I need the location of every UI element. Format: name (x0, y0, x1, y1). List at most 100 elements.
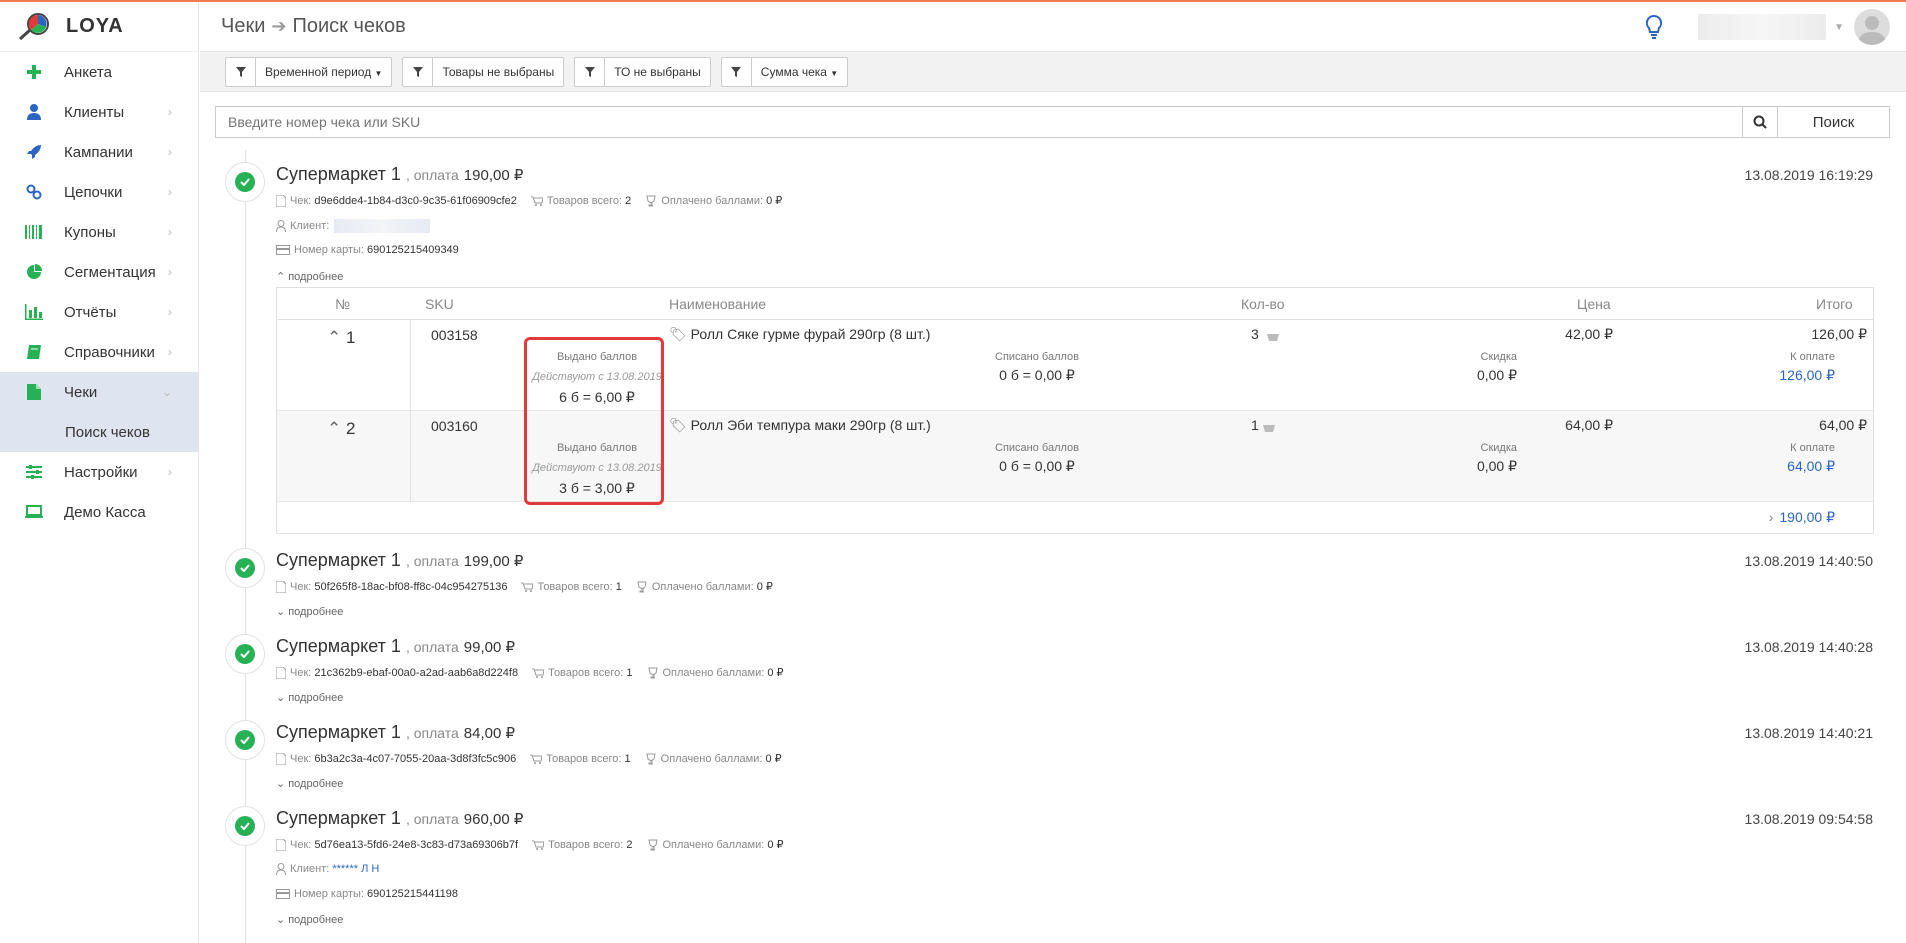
sidebar-nav: Анкета Клиенты › Кампании › Цепочки › Ку… (0, 52, 198, 532)
tag-icon: 🏷 (669, 326, 687, 342)
sidebar-item-coupons[interactable]: Купоны › (0, 212, 198, 252)
sidebar-item-directories[interactable]: Справочники › (0, 332, 198, 372)
row-sku: 003160 (431, 418, 478, 434)
user-name[interactable] (1698, 14, 1827, 40)
client-label: Клиент: (290, 220, 330, 232)
filter-check-sum[interactable]: Сумма чека ▼ (720, 56, 849, 87)
filter-time-period[interactable]: Временной период ▼ (225, 56, 393, 87)
highlight-frame (524, 337, 664, 505)
more-details-toggle[interactable]: ⌄ подробнее (276, 777, 343, 791)
items-table: № SKU Наименование Кол-во Цена Итого ⌃ 1… (276, 287, 1874, 534)
to-pay-value[interactable]: 126,00 ₽ (1707, 367, 1835, 384)
status-ok-icon (225, 634, 265, 674)
receipt-meta: Чек: 21c362b9-ebaf-00a0-a2ad-aab6a8d224f… (276, 666, 798, 679)
receipt-title: Супермаркет 1 , оплата 84,00 ₽ (276, 722, 515, 743)
to-pay-label: К оплате (1790, 442, 1835, 454)
more-details-toggle[interactable]: ⌄ подробнее (276, 691, 343, 705)
receipt-date: 13.08.2019 14:40:21 (1744, 725, 1873, 741)
search-icon[interactable] (1742, 106, 1778, 138)
sidebar-item-campaigns[interactable]: Кампании › (0, 132, 198, 172)
product-name[interactable]: 🏷 Ролл Эби темпура маки 290гр (8 шт.) (669, 417, 931, 434)
receipt-card: Номер карты: 690125215441198 (276, 888, 458, 900)
chevron-right-icon: › (168, 185, 172, 199)
search-button[interactable]: Поиск (1778, 106, 1890, 138)
store-name[interactable]: Супермаркет 1 (276, 164, 401, 184)
store-name[interactable]: Супермаркет 1 (276, 808, 401, 828)
discount-label: Скидка (1480, 442, 1518, 454)
sidebar-item-label: Справочники (64, 343, 155, 361)
breadcrumb-current: Поиск чеков (292, 15, 406, 37)
chevron-down-icon: ⌄ (161, 385, 172, 399)
card-number: 690125215409349 (367, 244, 459, 256)
written-off-value: 0 б = 0,00 ₽ (999, 367, 1075, 383)
check-label: Чек: (290, 194, 312, 207)
store-name[interactable]: Супермаркет 1 (276, 722, 401, 742)
goods-count: 1 (626, 666, 633, 679)
cart-icon (530, 196, 543, 206)
pay-amount: 199,00 ₽ (463, 553, 524, 570)
document-icon (276, 838, 286, 851)
sidebar-item-demo-cash[interactable]: Демо Касса (0, 492, 198, 532)
discount-value: 0,00 ₽ (1476, 458, 1517, 474)
discount-label: Скидка (1480, 351, 1518, 363)
filter-label: Сумма чека (760, 64, 827, 79)
sidebar-item-anketa[interactable]: Анкета (0, 52, 198, 92)
row-total: 64,00 ₽ (1819, 417, 1867, 433)
points-label: Оплачено баллами: (661, 194, 764, 207)
store-name[interactable]: Супермаркет 1 (276, 636, 401, 656)
client-name[interactable] (334, 219, 431, 233)
trophy-icon (647, 667, 658, 678)
receipt-date: 13.08.2019 09:54:58 (1744, 811, 1873, 827)
sidebar-item-label: Поиск чеков (65, 423, 150, 441)
more-details-toggle[interactable]: ⌄ подробнее (276, 913, 343, 927)
sidebar-item-label: Кампании (64, 143, 133, 161)
logo-text: LOYA (66, 15, 124, 37)
receipt-date: 13.08.2019 16:19:29 (1744, 167, 1873, 183)
points-value: 0 ₽ (767, 839, 784, 851)
receipt-meta: Чек: 5d76ea13-5fd6-24e8-3c83-d73a69306b7… (276, 838, 798, 851)
row-collapse[interactable]: ⌃ 2 (327, 419, 355, 439)
trophy-icon (646, 753, 656, 764)
client-name[interactable]: ****** Л Н (332, 863, 379, 875)
to-pay-value[interactable]: 64,00 ₽ (1707, 458, 1835, 475)
sidebar-item-segmentation[interactable]: Сегментация › (0, 252, 198, 292)
chevron-down-icon: ⌄ (276, 606, 286, 618)
sidebar-item-label: Клиенты (64, 103, 125, 121)
search-input[interactable] (215, 106, 1742, 138)
sidebar: LOYA Анкета Клиенты › Кампании › Цепочки… (0, 2, 199, 943)
less-details-toggle[interactable]: ⌃ подробнее (276, 270, 343, 284)
sidebar-subitem-check-search[interactable]: Поиск чеков (0, 412, 198, 452)
goods-count: 1 (615, 580, 622, 593)
sidebar-item-label: Купоны (64, 223, 116, 241)
filter-goods[interactable]: Товары не выбраны (402, 56, 565, 87)
avatar[interactable] (1854, 9, 1890, 45)
sidebar-item-reports[interactable]: Отчёты › (0, 292, 198, 332)
pay-label: , оплата (405, 811, 459, 827)
pay-amount: 960,00 ₽ (463, 811, 524, 828)
table-header: № SKU Наименование Кол-во Цена Итого (277, 288, 1873, 320)
caret-down-icon[interactable]: ▼ (1834, 22, 1844, 33)
more-details-toggle[interactable]: ⌄ подробнее (276, 605, 343, 619)
receipt-meta: Чек: 50f265f8-18ac-bf08-ff8c-04c95427513… (276, 580, 787, 593)
sidebar-item-chains[interactable]: Цепочки › (0, 172, 198, 212)
book-icon (24, 342, 44, 362)
receipt-title: Супермаркет 1 , оплата 190,00 ₽ (276, 164, 523, 185)
breadcrumb: Чеки ➔ Поиск чеков (221, 15, 406, 38)
store-name[interactable]: Супермаркет 1 (276, 550, 401, 570)
plus-icon (24, 62, 44, 82)
sidebar-item-settings[interactable]: Настройки › (0, 452, 198, 492)
table-row: ⌃ 1 003158 Выдано баллов Действуют с 13.… (277, 320, 1873, 411)
lightbulb-icon[interactable] (1646, 15, 1663, 39)
breadcrumb-parent[interactable]: Чеки (221, 15, 265, 38)
col-qty: Кол-во (1241, 295, 1285, 312)
sidebar-item-checks[interactable]: Чеки ⌄ (0, 372, 198, 412)
filter-outlets[interactable]: ТО не выбраны (574, 56, 711, 87)
col-num: № (335, 295, 351, 312)
pay-label: , оплата (405, 639, 459, 655)
product-name[interactable]: 🏷 Ролл Сяке гурме фурай 290гр (8 шт.) (669, 326, 930, 343)
row-collapse[interactable]: ⌃ 1 (327, 328, 355, 348)
footer-total[interactable]: › 190,00 ₽ (1677, 509, 1835, 526)
logo[interactable]: LOYA (0, 2, 198, 52)
sidebar-item-clients[interactable]: Клиенты › (0, 92, 198, 132)
card-number: 690125215441198 (367, 888, 458, 900)
